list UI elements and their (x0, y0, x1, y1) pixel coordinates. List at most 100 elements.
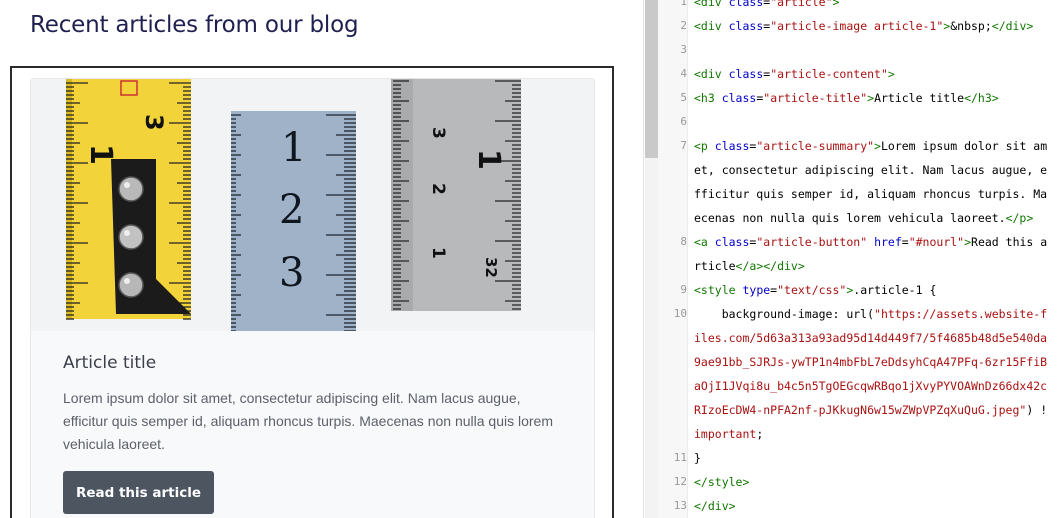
code-line[interactable]: rticle</a></div> (658, 254, 1061, 278)
code-token: class (714, 235, 750, 249)
code-line[interactable]: 7 <p class="article-summary">Lorem ipsum … (658, 134, 1061, 158)
svg-text:2: 2 (428, 183, 448, 195)
code-token: > (964, 235, 972, 249)
code-line[interactable]: 2 <div class="article-image article-1">&n… (658, 14, 1061, 38)
article-title: Article title (63, 353, 157, 373)
code-token: href (874, 235, 902, 249)
code-token: "article-summary" (756, 139, 875, 153)
code-line[interactable]: important; (658, 422, 1061, 446)
code-line[interactable]: 9ae91bb_SJRJs-ywTP1n4mbFbL7eDdsyhCqA47PF… (658, 350, 1061, 374)
code-token: </style> (694, 475, 750, 489)
code-token: <a (694, 235, 715, 249)
line-number: 5 (680, 91, 687, 104)
line-number: 11 (673, 451, 687, 464)
blue-tape-measure: 1 2 3 (231, 111, 356, 331)
code-text: fficitur quis semper id, aliquam rhoncus… (694, 182, 1047, 206)
code-token: "https://assets.website-f (874, 307, 1048, 321)
svg-text:3: 3 (279, 250, 304, 296)
code-token: fficitur quis semper id, aliquam rhoncus… (694, 187, 1048, 201)
code-text: <style type="text/css">.article-1 { (694, 278, 936, 302)
code-text: important; (694, 422, 763, 446)
svg-text:1: 1 (428, 247, 448, 259)
code-text: rticle</a></div> (694, 254, 805, 278)
blog-heading: Recent articles from our blog (30, 12, 359, 38)
svg-text:2: 2 (279, 187, 304, 233)
code-line[interactable]: 1 <div class="article"> (658, 0, 1061, 14)
code-text: } (694, 446, 701, 470)
svg-text:32: 32 (482, 257, 500, 278)
code-line[interactable]: 8 <a class="article-button" href="#nourl"… (658, 230, 1061, 254)
code-line[interactable]: 12 </style> (658, 470, 1061, 494)
code-line[interactable]: et, consectetur adipiscing elit. Nam lac… (658, 158, 1061, 182)
code-token: Article title (874, 91, 965, 105)
code-token: type (742, 283, 771, 297)
code-token: class (728, 67, 764, 81)
editor-scrollbar-thumb[interactable] (645, 0, 658, 158)
code-token: rticle (694, 259, 736, 273)
code-token: "article-content" (770, 67, 888, 81)
code-token: .article-1 { (853, 283, 937, 297)
code-text: background-image: url("https://assets.we… (694, 302, 1047, 326)
code-token: </div> (991, 19, 1034, 33)
line-number: 2 (680, 19, 687, 32)
code-token: "article-title" (763, 91, 868, 105)
code-line[interactable]: aOjI1JVqi8u_b4c5n5TgOEGcqwRBqo1jXvyPYVOA… (658, 374, 1061, 398)
code-line[interactable]: fficitur quis semper id, aliquam rhoncus… (658, 182, 1061, 206)
pane-splitter[interactable] (628, 0, 644, 518)
yellow-tape-measure: 3 1 (66, 79, 191, 320)
code-text: iles.com/5d63a313a93ad95d14d449f7/5f4685… (694, 326, 1047, 350)
code-line[interactable]: 13 </div> (658, 494, 1061, 518)
code-text: RIzoEcDW4-nPFA2nf-pJKkugN6w15wZWpVPZqXuQ… (694, 398, 1047, 422)
line-number: 1 (680, 0, 687, 8)
code-token: 9ae91bb_SJRJs-ywTP1n4mbFbL7eDdsyhCqA47PF… (694, 355, 1048, 369)
code-token: class (714, 139, 750, 153)
code-token: "article-button" (756, 235, 868, 249)
code-token: "text/css" (777, 283, 847, 297)
code-token: </div> (694, 499, 736, 513)
code-line[interactable]: 3 (658, 38, 1061, 62)
code-text: 9ae91bb_SJRJs-ywTP1n4mbFbL7eDdsyhCqA47PF… (694, 350, 1047, 374)
svg-text:3: 3 (140, 114, 168, 131)
svg-text:1: 1 (471, 149, 506, 170)
line-number: 12 (673, 475, 687, 488)
code-text: ecenas non nulla quis lorem vehicula lao… (694, 206, 1033, 230)
code-token: et, consectetur adipiscing elit. Nam lac… (694, 163, 1048, 177)
code-line[interactable]: RIzoEcDW4-nPFA2nf-pJKkugN6w15wZWpVPZqXuQ… (658, 398, 1061, 422)
line-number: 6 (680, 115, 687, 128)
code-line[interactable]: 11} (658, 446, 1061, 470)
code-text: <a class="article-button" href="#nourl">… (694, 230, 1047, 254)
code-line[interactable]: iles.com/5d63a313a93ad95d14d449f7/5f4685… (658, 326, 1061, 350)
code-token: ecenas non nulla quis lorem vehicula lao… (694, 211, 1006, 225)
code-token: class (728, 19, 764, 33)
code-token: > (832, 0, 840, 9)
code-token: <p (694, 139, 715, 153)
code-token: class (728, 0, 764, 9)
code-text: </style> (694, 470, 749, 494)
code-line[interactable]: ecenas non nulla quis lorem vehicula lao… (658, 206, 1061, 230)
code-editor[interactable]: 1 <div class="article"> 2 <div class="artic… (658, 0, 1061, 518)
article-content: Article title Lorem ipsum dolor sit amet… (31, 331, 594, 518)
code-token: } (694, 451, 701, 465)
code-line[interactable]: 5 <h3 class="article-title">Article title… (658, 86, 1061, 110)
line-number: 13 (673, 499, 687, 512)
code-line[interactable]: 6 (658, 110, 1061, 134)
code-text: <p class="article-summary">Lorem ipsum d… (694, 134, 1047, 158)
article-card[interactable]: 3 1 1 2 3 3 2 1 1 32 Article title Lorem… (30, 78, 595, 518)
code-text: </div> (694, 494, 736, 518)
code-text: <div class="article-image article-1">&nb… (694, 14, 1033, 38)
code-line[interactable]: 4 <div class="article-content"> (658, 62, 1061, 86)
code-token: important (694, 427, 757, 441)
code-token: url( (846, 307, 875, 321)
code-token: background-image: (694, 307, 847, 321)
code-line[interactable]: 10 background-image: url("https://assets… (658, 302, 1061, 326)
code-line[interactable]: 9 <style type="text/css">.article-1 { (658, 278, 1061, 302)
read-article-button[interactable]: Read this article (63, 471, 214, 514)
code-token: > (874, 139, 881, 153)
code-token: </a></div> (735, 259, 805, 273)
code-text: <h3 class="article-title">Article title<… (694, 86, 999, 110)
code-token: RIzoEcDW4-nPFA2nf-pJKkugN6w15wZWpVPZqXuQ… (694, 403, 1027, 417)
measuring-tapes-photo: 3 1 1 2 3 3 2 1 1 32 (31, 79, 594, 331)
code-token: "#nourl" (908, 235, 965, 249)
code-token: Lorem ipsum dolor sit am (880, 139, 1048, 153)
code-token: Read this a (971, 235, 1048, 249)
